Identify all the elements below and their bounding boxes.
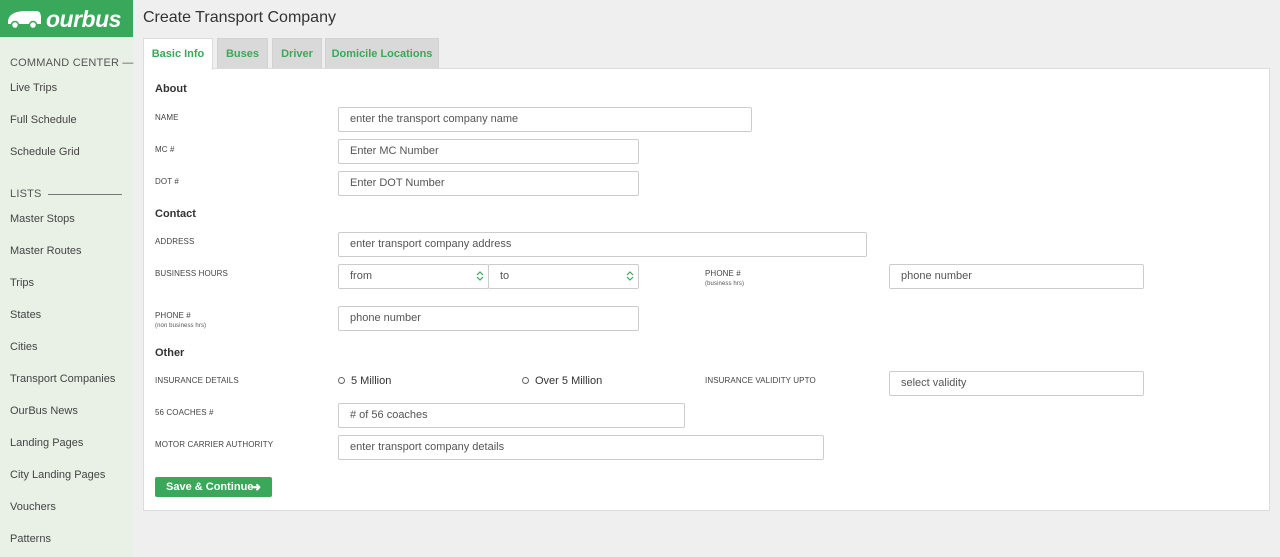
nav-patterns[interactable]: Patterns	[10, 533, 51, 545]
about-heading: About	[155, 83, 187, 95]
sidebar: ourbus COMMAND CENTER — Live Trips Full …	[0, 0, 133, 557]
updown-caret-icon	[626, 271, 634, 281]
authority-label: MOTOR CARRIER AUTHORITY	[155, 440, 274, 449]
nav-schedule-grid[interactable]: Schedule Grid	[10, 146, 80, 158]
nav-cities[interactable]: Cities	[10, 341, 38, 353]
lists-divider	[47, 193, 122, 195]
phone-nonbusiness-input[interactable]: phone number	[338, 306, 639, 331]
authority-input[interactable]: enter transport company details	[338, 435, 824, 460]
nav-states[interactable]: States	[10, 309, 41, 321]
phone-nonbusiness-label: PHONE # (non business hrs)	[155, 311, 207, 329]
hours-from-select[interactable]: from	[338, 264, 489, 289]
nav-live-trips[interactable]: Live Trips	[10, 82, 57, 94]
lists-heading: LISTS	[10, 188, 122, 200]
bus-icon	[8, 11, 41, 30]
insurance-label: INSURANCE DETAILS	[155, 376, 239, 385]
coaches-label: 56 COACHES #	[155, 408, 214, 417]
tab-domicile-locations[interactable]: Domicile Locations	[325, 38, 439, 69]
hours-to-value: to	[500, 270, 510, 282]
business-hours-label: BUSINESS HOURS	[155, 269, 228, 278]
radio-circle-icon	[338, 376, 345, 384]
command-center-heading: COMMAND CENTER —	[10, 57, 134, 69]
brand-wordmark: ourbus	[46, 6, 121, 32]
contact-heading: Contact	[155, 208, 196, 220]
nav-transport-companies[interactable]: Transport Companies	[10, 373, 115, 385]
name-label: NAME	[155, 113, 179, 122]
nav-full-schedule[interactable]: Full Schedule	[10, 114, 77, 126]
insurance-5-million-radio[interactable]: 5 Million	[338, 375, 391, 387]
hours-from-value: from	[350, 270, 372, 282]
tab-driver[interactable]: Driver	[272, 38, 322, 69]
nav-vouchers[interactable]: Vouchers	[10, 501, 56, 513]
tab-buses[interactable]: Buses	[217, 38, 268, 69]
phone-business-label: PHONE # (business hrs)	[705, 269, 745, 287]
insurance-over-5-million-radio[interactable]: Over 5 Million	[522, 375, 602, 387]
phone-business-input[interactable]: phone number	[889, 264, 1144, 289]
nav-landing-pages[interactable]: Landing Pages	[10, 437, 83, 449]
updown-caret-icon	[476, 271, 484, 281]
hours-to-select[interactable]: to	[488, 264, 639, 289]
save-continue-button[interactable]: Save & Continue ➜	[155, 477, 272, 497]
dot-input[interactable]: Enter DOT Number	[338, 171, 639, 196]
address-label: ADDRESS	[155, 237, 195, 246]
coaches-input[interactable]: # of 56 coaches	[338, 403, 685, 428]
page-title: Create Transport Company	[143, 9, 336, 26]
nav-city-landing-pages[interactable]: City Landing Pages	[10, 469, 105, 481]
radio-circle-icon	[522, 376, 529, 384]
insurance-validity-label: INSURANCE VALIDITY UPTO	[705, 376, 816, 385]
mc-label: MC #	[155, 145, 175, 154]
name-input[interactable]: enter the transport company name	[338, 107, 752, 132]
nav-ourbus-news[interactable]: OurBus News	[10, 405, 78, 417]
address-input[interactable]: enter transport company address	[338, 232, 867, 257]
nav-master-stops[interactable]: Master Stops	[10, 213, 75, 225]
nav-master-routes[interactable]: Master Routes	[10, 245, 82, 257]
phone-business-sublabel: (business hrs)	[705, 281, 745, 287]
other-heading: Other	[155, 347, 185, 359]
brand-logo[interactable]: ourbus	[0, 0, 133, 37]
tab-basic-info[interactable]: Basic Info	[143, 38, 213, 70]
arrow-right-icon: ➜	[250, 480, 261, 494]
phone-nonbusiness-sublabel: (non business hrs)	[155, 323, 207, 329]
nav-trips[interactable]: Trips	[10, 277, 34, 289]
insurance-validity-input[interactable]: select validity	[889, 371, 1144, 396]
dot-label: DOT #	[155, 177, 179, 186]
mc-input[interactable]: Enter MC Number	[338, 139, 639, 164]
